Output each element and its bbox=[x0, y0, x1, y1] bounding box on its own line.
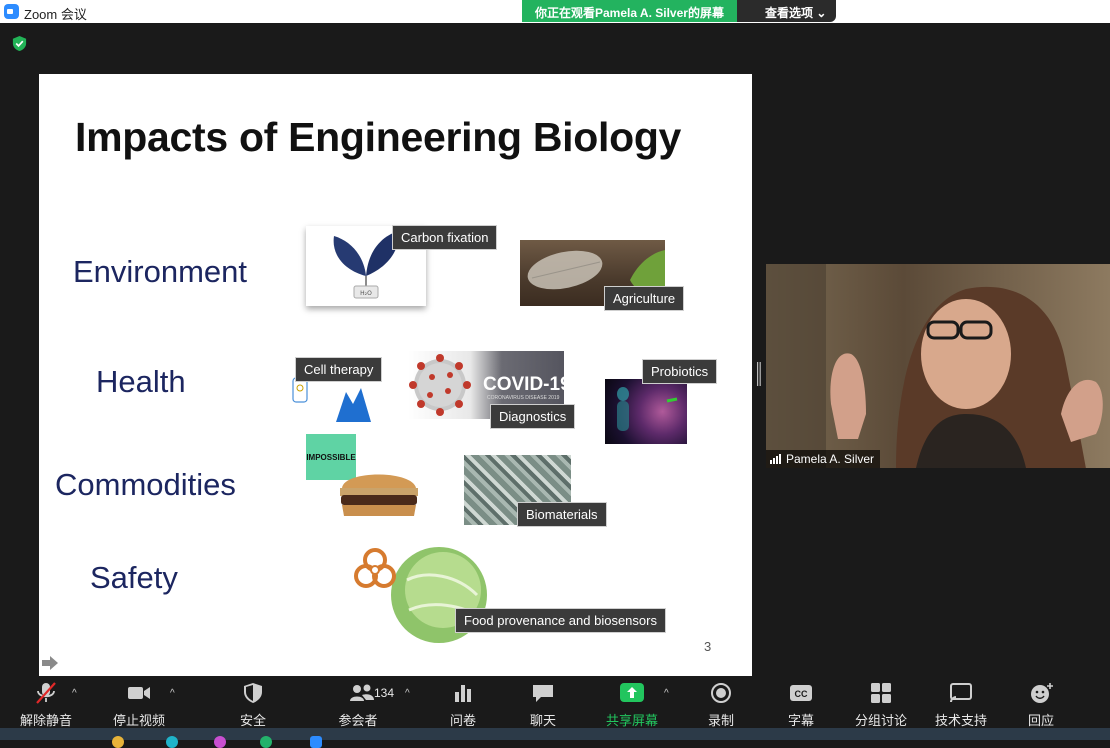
chevron-up-icon: ^ bbox=[405, 688, 410, 699]
signal-strength-icon bbox=[770, 453, 781, 464]
breakout-rooms-icon bbox=[871, 683, 891, 703]
share-options-caret[interactable]: ^ bbox=[664, 680, 676, 726]
security-label: 安全 bbox=[239, 713, 266, 728]
cast-screen-icon bbox=[950, 683, 972, 703]
taskbar-app-icon[interactable] bbox=[260, 736, 272, 748]
captions-button[interactable]: CC 字幕 bbox=[778, 680, 824, 728]
slide-page-number: 3 bbox=[704, 639, 712, 654]
cell-therapy-label: Cell therapy bbox=[295, 357, 383, 382]
shared-slide: Impacts of Engineering Biology Environme… bbox=[39, 74, 752, 676]
chat-label: 聊天 bbox=[529, 713, 556, 728]
covid-subtitle-text: CORONAVIRUS DISEASE 2019 bbox=[487, 395, 560, 401]
meeting-toolbar: 解除静音 ^ 停止视频 ^ 安全 134 参会者 ^ 问卷 聊天 共享屏幕 ^ … bbox=[0, 676, 1110, 728]
window-title: Zoom 会议 bbox=[24, 7, 87, 22]
title-bar: Zoom 会议 你正在观看Pamela A. Silver的屏幕 查看选项 ⌄ bbox=[0, 0, 1110, 23]
participant-video-feed bbox=[766, 264, 1110, 468]
panel-resize-handle[interactable] bbox=[757, 362, 761, 386]
covid-title-text: COVID-19 bbox=[483, 374, 564, 395]
chevron-up-icon: ^ bbox=[72, 688, 77, 699]
share-screen-label: 共享屏幕 bbox=[605, 713, 658, 728]
impossible-burger-image: IMPOSSIBLE bbox=[304, 432, 422, 520]
stop-video-label: 停止视频 bbox=[112, 713, 165, 728]
encryption-shield-icon[interactable] bbox=[11, 35, 28, 52]
chevron-up-icon: ^ bbox=[170, 688, 175, 699]
record-icon bbox=[711, 683, 731, 703]
muted-microphone-icon bbox=[36, 682, 56, 704]
chat-bubble-icon bbox=[533, 685, 553, 702]
video-options-caret[interactable]: ^ bbox=[170, 680, 182, 726]
reactions-button[interactable]: 回应 bbox=[1018, 680, 1064, 728]
impossible-logo-text: IMPOSSIBLE bbox=[306, 453, 356, 462]
slide-next-arrow-icon[interactable] bbox=[41, 656, 59, 670]
slide-title: Impacts of Engineering Biology bbox=[75, 114, 682, 160]
breakout-rooms-button[interactable]: 分组讨论 bbox=[852, 680, 910, 728]
bar-chart-icon bbox=[455, 685, 471, 702]
cc-text: CC bbox=[795, 689, 808, 699]
unmute-button[interactable]: 解除静音 bbox=[14, 680, 78, 728]
category-safety: Safety bbox=[90, 560, 178, 595]
chat-button[interactable]: 聊天 bbox=[520, 680, 566, 728]
participants-options-caret[interactable]: ^ bbox=[405, 680, 417, 726]
participants-button[interactable]: 134 参会者 bbox=[330, 680, 394, 728]
taskbar-app-icon[interactable] bbox=[166, 736, 178, 748]
record-button[interactable]: 录制 bbox=[698, 680, 744, 728]
captions-label: 字幕 bbox=[787, 713, 814, 728]
technical-support-button[interactable]: 技术支持 bbox=[932, 680, 990, 728]
carbon-fixation-label: Carbon fixation bbox=[392, 225, 498, 250]
taskbar-app-icon[interactable] bbox=[112, 736, 124, 748]
view-options-button[interactable]: 查看选项 ⌄ bbox=[736, 0, 837, 22]
category-commodities: Commodities bbox=[55, 467, 236, 502]
record-label: 录制 bbox=[707, 713, 734, 728]
participants-icon bbox=[350, 684, 374, 701]
polls-button[interactable]: 问卷 bbox=[440, 680, 486, 728]
zoom-app-icon bbox=[4, 4, 19, 19]
unmute-label: 解除静音 bbox=[19, 713, 72, 728]
reaction-smiley-icon bbox=[1031, 683, 1053, 703]
share-screen-button[interactable]: 共享屏幕 bbox=[602, 680, 662, 728]
h2o-text: H₂O bbox=[360, 290, 372, 297]
agriculture-label: Agriculture bbox=[604, 286, 685, 311]
stop-video-button[interactable]: 停止视频 bbox=[106, 680, 172, 728]
probiotics-label: Probiotics bbox=[642, 359, 718, 384]
security-shield-icon bbox=[244, 683, 262, 703]
category-health: Health bbox=[96, 364, 186, 399]
technical-support-label: 技术支持 bbox=[934, 713, 987, 728]
participant-video-tile[interactable]: Pamela A. Silver bbox=[766, 264, 1110, 468]
reactions-label: 回应 bbox=[1027, 713, 1054, 728]
participants-label: 参会者 bbox=[338, 713, 378, 728]
taskbar-app-icon[interactable] bbox=[214, 736, 226, 748]
taskbar-zoom-icon[interactable] bbox=[310, 736, 322, 748]
diagnostics-label: Diagnostics bbox=[490, 404, 576, 429]
participant-name-tag: Pamela A. Silver bbox=[766, 450, 881, 468]
food-provenance-label: Food provenance and biosensors bbox=[455, 608, 666, 633]
closed-captions-icon: CC bbox=[790, 685, 812, 701]
polls-label: 问卷 bbox=[449, 713, 476, 728]
biomaterials-label: Biomaterials bbox=[517, 502, 607, 527]
chevron-up-icon: ^ bbox=[664, 688, 669, 699]
video-camera-icon bbox=[128, 687, 150, 699]
probiotics-image bbox=[605, 379, 687, 444]
os-taskbar bbox=[0, 728, 1110, 748]
breakout-rooms-label: 分组讨论 bbox=[854, 713, 907, 728]
view-options-label: 查看选项 bbox=[764, 6, 813, 20]
participant-name: Pamela A. Silver bbox=[786, 452, 875, 466]
security-button[interactable]: 安全 bbox=[226, 680, 280, 728]
audio-options-caret[interactable]: ^ bbox=[72, 680, 84, 726]
viewing-screen-label: 你正在观看Pamela A. Silver的屏幕 bbox=[522, 0, 737, 22]
screen-share-banner: 你正在观看Pamela A. Silver的屏幕 查看选项 ⌄ bbox=[522, 0, 837, 22]
chevron-down-icon: ⌄ bbox=[816, 6, 827, 20]
category-environment: Environment bbox=[73, 254, 248, 289]
participants-count: 134 bbox=[374, 686, 395, 700]
share-screen-icon bbox=[620, 683, 644, 702]
